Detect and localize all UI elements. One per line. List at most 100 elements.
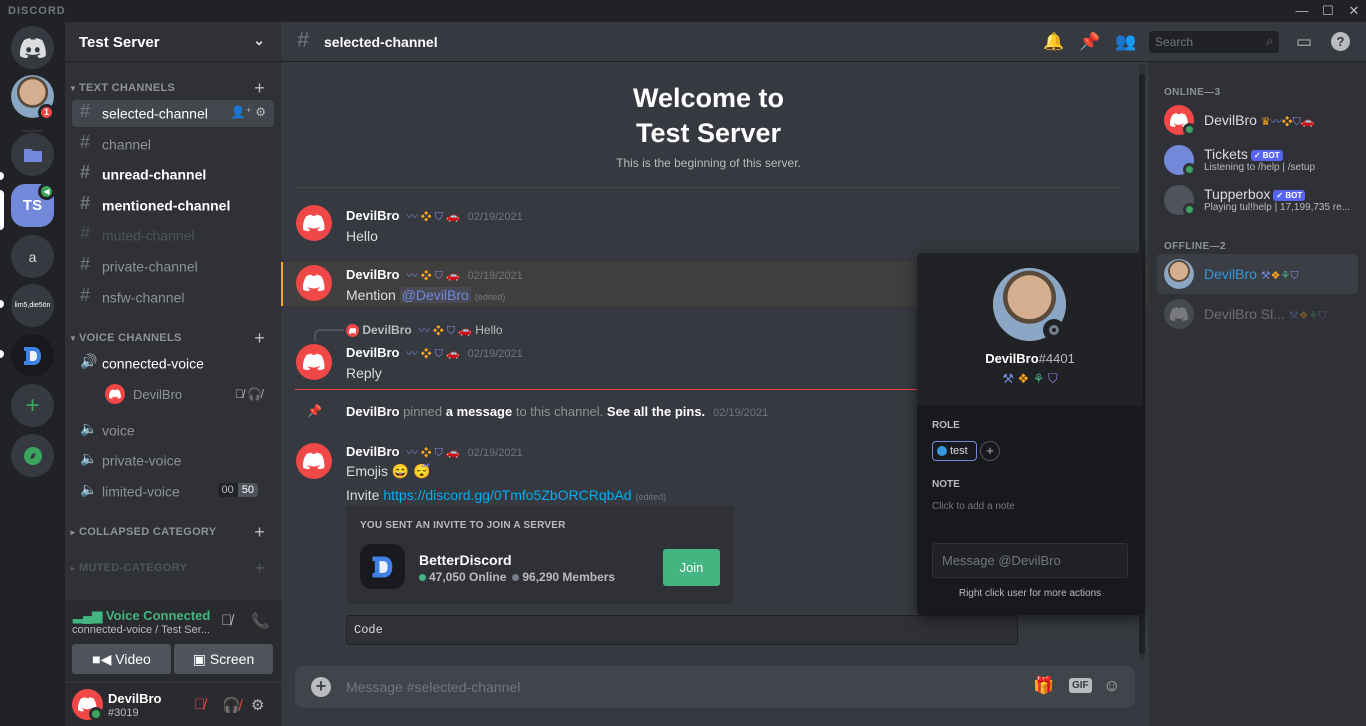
voice-limited[interactable]: 🔈 limited-voice 00 50 [72, 478, 274, 505]
member-item[interactable]: Tickets ✓ BOT Listening to /help | /setup [1157, 140, 1358, 180]
emoji-icon[interactable]: ☺ [1103, 676, 1120, 696]
unread-pill [0, 300, 4, 308]
online-status [89, 707, 103, 721]
server-header[interactable]: Test Server ⌄ [65, 22, 281, 62]
see-all-pins-link[interactable]: See all the pins. [607, 404, 705, 419]
online-header: ONLINE—3 [1164, 87, 1221, 98]
upload-button[interactable]: + [311, 677, 331, 697]
gear-icon[interactable]: ⚙ [251, 696, 264, 714]
channel-nsfw[interactable]: # nsfw-channel [72, 284, 274, 311]
reply-reference[interactable]: DevilBro 〰 ❖ ⛉ 🚗 Hello [346, 322, 503, 338]
note-input[interactable]: Click to add a note [932, 501, 1015, 512]
welcome-subtitle: This is the beginning of this server. [616, 156, 801, 170]
user-limit: 00 50 [217, 483, 258, 497]
hypesquad-icon: 〰 [1270, 116, 1282, 128]
guild-betterdiscord[interactable] [11, 334, 54, 377]
explore-button[interactable] [11, 434, 54, 477]
gift-icon[interactable]: 🎁 [1033, 676, 1054, 696]
channel-selected[interactable]: # selected-channel 👤⁺ ⚙ [72, 100, 274, 127]
hash-icon: # [80, 132, 91, 153]
message-avatar[interactable] [296, 443, 332, 479]
screen-button[interactable]: ▣ Screen [174, 644, 273, 674]
home-button[interactable] [11, 26, 54, 69]
add-channel-button[interactable]: + [254, 522, 265, 543]
voice-location[interactable]: connected-voice / Test Ser... [72, 624, 210, 636]
member-item[interactable]: DevilBro ♛〰❖⛉🚗 [1157, 100, 1358, 140]
close-button[interactable]: ✕ [1342, 1, 1366, 21]
channel-label: private-channel [102, 258, 198, 275]
pinned-message-link[interactable]: a message [446, 404, 513, 419]
bughunter-green-icon: ⚘ [1280, 270, 1291, 282]
popout-message-input[interactable]: Message @DevilBro [932, 543, 1128, 578]
edited-label: (edited) [635, 492, 667, 502]
folder-icon[interactable] [11, 133, 54, 176]
guild-a[interactable]: a [11, 235, 54, 278]
reply-connector [314, 329, 344, 341]
message-author[interactable]: DevilBro 〰 ❖ ⛉ 🚗 02/19/2021 [346, 267, 523, 283]
nitro-shield-icon: ⛉ [434, 348, 443, 360]
join-button[interactable]: Join [663, 549, 720, 586]
voice-private[interactable]: 🔈 private-voice [72, 447, 274, 474]
tools-icon: ⚒ [1260, 270, 1271, 282]
add-channel-button[interactable]: + [254, 558, 265, 579]
category-muted[interactable]: ► MUTED-CATEGORY + [69, 558, 273, 580]
inbox-icon[interactable]: ▭ [1296, 32, 1312, 52]
member-item[interactable]: DevilBro Sl... ⚒❖⚘⛉ [1157, 294, 1358, 334]
message-author[interactable]: DevilBro 〰 ❖ ⛉ 🚗 02/19/2021 [346, 208, 523, 224]
member-item[interactable]: Tupperbox ✓ BOT Playing tul!help | 17,199… [1157, 180, 1358, 220]
help-icon[interactable]: ? [1331, 32, 1350, 51]
pin-author[interactable]: DevilBro [346, 404, 399, 419]
screen-label: Screen [209, 651, 255, 667]
voice-status[interactable]: ▂▄▆ Voice Connected [73, 608, 210, 624]
deafen-icon[interactable]: 🎧̸ [222, 696, 241, 714]
video-button[interactable]: ■◀ Video [72, 644, 171, 674]
add-channel-button[interactable]: + [254, 78, 265, 99]
category-text-channels[interactable]: ▼ TEXT CHANNELS + [69, 78, 273, 100]
voice-connected[interactable]: 🔊 connected-voice [72, 350, 274, 377]
guild-separator [22, 130, 43, 132]
camera-icon: ■◀ [92, 651, 112, 667]
guild-lim5[interactable]: lim5,die5ön [11, 284, 54, 327]
channel-unread[interactable]: # unread-channel [72, 161, 274, 188]
bot-tag: ✓ BOT [1273, 189, 1306, 201]
invite-link[interactable]: https://discord.gg/0Tmfo5ZbORCRqbAd [383, 487, 631, 503]
betterdiscord-logo-icon[interactable] [360, 544, 405, 589]
voice-voice[interactable]: 🔈 voice [72, 417, 274, 444]
category-voice-channels[interactable]: ▼ VOICE CHANNELS + [69, 328, 273, 350]
search-input[interactable]: Search ⌕ [1149, 31, 1279, 53]
disconnect-icon[interactable]: 📞 [251, 612, 270, 630]
add-server-button[interactable]: + [11, 384, 54, 427]
channel-mentioned[interactable]: # mentioned-channel [72, 192, 274, 219]
bell-icon[interactable]: 🔔 [1043, 32, 1064, 52]
user-mention[interactable]: @DevilBro [399, 287, 471, 303]
role-pill[interactable]: test [932, 441, 977, 461]
invite-icon[interactable]: 👤⁺ [231, 105, 252, 119]
voice-user-name[interactable]: DevilBro [133, 387, 182, 402]
message-author[interactable]: DevilBro 〰 ❖ ⛉ 🚗 02/19/2021 [346, 444, 523, 460]
message-avatar[interactable] [296, 265, 332, 301]
role-header: ROLE [932, 420, 960, 431]
category-label: MUTED-CATEGORY [79, 562, 188, 574]
gif-button[interactable]: GIF [1069, 678, 1092, 693]
add-role-button[interactable]: + [980, 441, 1000, 461]
noise-suppression-icon[interactable]: 〰̸ [221, 612, 232, 629]
message-author[interactable]: DevilBro 〰 ❖ ⛉ 🚗 02/19/2021 [346, 345, 523, 361]
channel-channel[interactable]: # channel [72, 131, 274, 158]
message-composer[interactable]: + Message #selected-channel 🎁 GIF ☺ [295, 666, 1135, 708]
maximize-button[interactable]: ☐ [1316, 1, 1340, 21]
channel-muted[interactable]: # muted-channel [72, 222, 274, 249]
chevron-down-icon: ▼ [69, 84, 78, 93]
add-channel-button[interactable]: + [254, 328, 265, 349]
member-item[interactable]: DevilBro ⚒❖⚘⛉ [1157, 254, 1358, 294]
pin-icon[interactable]: 📌 [1079, 32, 1100, 52]
minimize-button[interactable]: — [1290, 1, 1314, 21]
gear-icon[interactable]: ⚙ [255, 105, 266, 119]
mute-icon[interactable]: 🎙̸ [194, 696, 205, 713]
category-collapsed[interactable]: ► COLLAPSED CATEGORY + [69, 522, 273, 544]
members-icon[interactable]: 👥 [1115, 32, 1136, 52]
channel-private[interactable]: # private-channel [72, 253, 274, 280]
message-avatar[interactable] [296, 205, 332, 241]
message-avatar[interactable] [296, 344, 332, 380]
bughunter-icon: ❖ [420, 270, 432, 282]
channel-tools: 👤⁺ ⚙ [231, 105, 266, 119]
